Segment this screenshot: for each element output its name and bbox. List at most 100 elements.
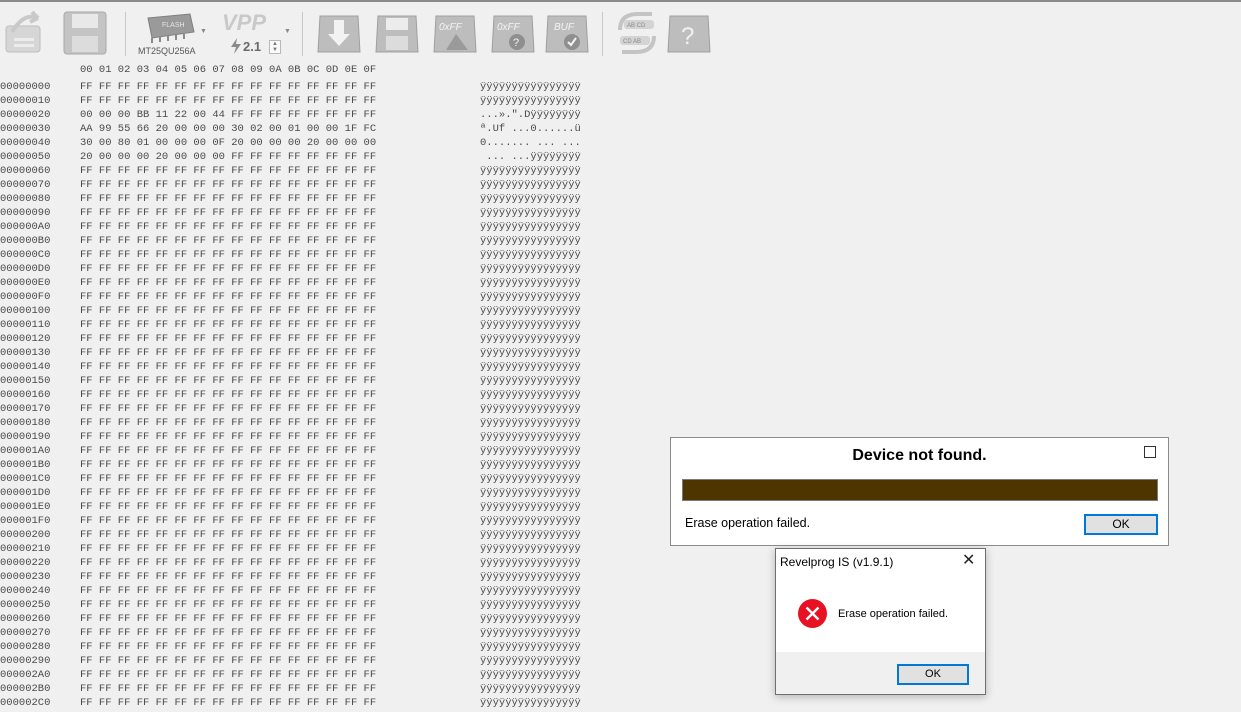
hex-row-ascii[interactable]: ÿÿÿÿÿÿÿÿÿÿÿÿÿÿÿÿ xyxy=(480,319,581,331)
hex-row-ascii[interactable]: ÿÿÿÿÿÿÿÿÿÿÿÿÿÿÿÿ xyxy=(480,487,581,499)
hex-row-bytes[interactable]: FF FF FF FF FF FF FF FF FF FF FF FF FF F… xyxy=(80,683,376,695)
hex-row-ascii[interactable]: ÿÿÿÿÿÿÿÿÿÿÿÿÿÿÿÿ xyxy=(480,165,581,177)
hex-row-bytes[interactable]: FF FF FF FF FF FF FF FF FF FF FF FF FF F… xyxy=(80,263,376,275)
hex-row-bytes[interactable]: FF FF FF FF FF FF FF FF FF FF FF FF FF F… xyxy=(80,585,376,597)
device-panel-ok-button[interactable]: OK xyxy=(1084,514,1158,535)
hex-row-bytes[interactable]: AA 99 55 66 20 00 00 00 30 02 00 01 00 0… xyxy=(80,123,376,135)
hex-row-bytes[interactable]: 30 00 80 01 00 00 00 0F 20 00 00 00 20 0… xyxy=(80,137,376,149)
hex-row-bytes[interactable]: FF FF FF FF FF FF FF FF FF FF FF FF FF F… xyxy=(80,543,376,555)
hex-row-bytes[interactable]: 00 00 00 BB 11 22 00 44 FF FF FF FF FF F… xyxy=(80,109,376,121)
hex-row-ascii[interactable]: ...».".Dÿÿÿÿÿÿÿÿ xyxy=(480,109,581,121)
hex-row-bytes[interactable]: FF FF FF FF FF FF FF FF FF FF FF FF FF F… xyxy=(80,375,376,387)
hex-row-ascii[interactable]: ÿÿÿÿÿÿÿÿÿÿÿÿÿÿÿÿ xyxy=(480,249,581,261)
hex-row-ascii[interactable]: ÿÿÿÿÿÿÿÿÿÿÿÿÿÿÿÿ xyxy=(480,585,581,597)
hex-row-ascii[interactable]: ÿÿÿÿÿÿÿÿÿÿÿÿÿÿÿÿ xyxy=(480,431,581,443)
blank-check-icon[interactable]: 0xFF ? xyxy=(490,8,536,56)
hex-row-bytes[interactable]: FF FF FF FF FF FF FF FF FF FF FF FF FF F… xyxy=(80,179,376,191)
read-chip-icon[interactable] xyxy=(316,8,362,56)
vpp-spinner[interactable]: ▲ ▼ xyxy=(269,40,281,54)
hex-row-ascii[interactable]: ÿÿÿÿÿÿÿÿÿÿÿÿÿÿÿÿ xyxy=(480,389,581,401)
hex-row-bytes[interactable]: FF FF FF FF FF FF FF FF FF FF FF FF FF F… xyxy=(80,165,376,177)
hex-row-bytes[interactable]: FF FF FF FF FF FF FF FF FF FF FF FF FF F… xyxy=(80,529,376,541)
hex-row-ascii[interactable]: ÿÿÿÿÿÿÿÿÿÿÿÿÿÿÿÿ xyxy=(480,529,581,541)
hex-row-bytes[interactable]: FF FF FF FF FF FF FF FF FF FF FF FF FF F… xyxy=(80,207,376,219)
hex-row-bytes[interactable]: FF FF FF FF FF FF FF FF FF FF FF FF FF F… xyxy=(80,431,376,443)
hex-row-bytes[interactable]: FF FF FF FF FF FF FF FF FF FF FF FF FF F… xyxy=(80,417,376,429)
hex-row-ascii[interactable]: ÿÿÿÿÿÿÿÿÿÿÿÿÿÿÿÿ xyxy=(480,515,581,527)
hex-row-bytes[interactable]: FF FF FF FF FF FF FF FF FF FF FF FF FF F… xyxy=(80,81,376,93)
hex-row-bytes[interactable]: 20 00 00 00 20 00 00 00 FF FF FF FF FF F… xyxy=(80,151,376,163)
chip-select-icon[interactable]: FLASH xyxy=(140,8,198,44)
hex-row-ascii[interactable]: ÿÿÿÿÿÿÿÿÿÿÿÿÿÿÿÿ xyxy=(480,627,581,639)
hex-row-bytes[interactable]: FF FF FF FF FF FF FF FF FF FF FF FF FF F… xyxy=(80,501,376,513)
hex-editor[interactable]: 00 01 02 03 04 05 06 07 08 09 0A 0B 0C 0… xyxy=(0,62,640,712)
hex-row-bytes[interactable]: FF FF FF FF FF FF FF FF FF FF FF FF FF F… xyxy=(80,361,376,373)
hex-row-bytes[interactable]: FF FF FF FF FF FF FF FF FF FF FF FF FF F… xyxy=(80,571,376,583)
hex-row-ascii[interactable]: ÿÿÿÿÿÿÿÿÿÿÿÿÿÿÿÿ xyxy=(480,571,581,583)
hex-row-ascii[interactable]: ÿÿÿÿÿÿÿÿÿÿÿÿÿÿÿÿ xyxy=(480,179,581,191)
hex-row-bytes[interactable]: FF FF FF FF FF FF FF FF FF FF FF FF FF F… xyxy=(80,333,376,345)
hex-row-ascii[interactable]: ÿÿÿÿÿÿÿÿÿÿÿÿÿÿÿÿ xyxy=(480,417,581,429)
hex-row-bytes[interactable]: FF FF FF FF FF FF FF FF FF FF FF FF FF F… xyxy=(80,627,376,639)
hex-row-ascii[interactable]: ÿÿÿÿÿÿÿÿÿÿÿÿÿÿÿÿ xyxy=(480,81,581,93)
hex-row-bytes[interactable]: FF FF FF FF FF FF FF FF FF FF FF FF FF F… xyxy=(80,249,376,261)
hex-row-ascii[interactable]: ÿÿÿÿÿÿÿÿÿÿÿÿÿÿÿÿ xyxy=(480,95,581,107)
hex-row-ascii[interactable]: ÿÿÿÿÿÿÿÿÿÿÿÿÿÿÿÿ xyxy=(480,697,581,709)
hex-row-bytes[interactable]: FF FF FF FF FF FF FF FF FF FF FF FF FF F… xyxy=(80,193,376,205)
hex-row-ascii[interactable]: ÿÿÿÿÿÿÿÿÿÿÿÿÿÿÿÿ xyxy=(480,669,581,681)
hex-row-ascii[interactable]: ÿÿÿÿÿÿÿÿÿÿÿÿÿÿÿÿ xyxy=(480,235,581,247)
hex-row-ascii[interactable]: ÿÿÿÿÿÿÿÿÿÿÿÿÿÿÿÿ xyxy=(480,221,581,233)
hex-row-ascii[interactable]: ÿÿÿÿÿÿÿÿÿÿÿÿÿÿÿÿ xyxy=(480,641,581,653)
hex-row-ascii[interactable]: ÿÿÿÿÿÿÿÿÿÿÿÿÿÿÿÿ xyxy=(480,403,581,415)
verify-buffer-icon[interactable]: BUF xyxy=(544,8,590,56)
help-icon[interactable]: ? xyxy=(666,8,712,56)
hex-row-bytes[interactable]: FF FF FF FF FF FF FF FF FF FF FF FF FF F… xyxy=(80,487,376,499)
hex-row-ascii[interactable]: ÿÿÿÿÿÿÿÿÿÿÿÿÿÿÿÿ xyxy=(480,501,581,513)
hex-row-ascii[interactable]: ÿÿÿÿÿÿÿÿÿÿÿÿÿÿÿÿ xyxy=(480,207,581,219)
hex-row-ascii[interactable]: ÿÿÿÿÿÿÿÿÿÿÿÿÿÿÿÿ xyxy=(480,655,581,667)
hex-row-ascii[interactable]: ÿÿÿÿÿÿÿÿÿÿÿÿÿÿÿÿ xyxy=(480,473,581,485)
hex-row-bytes[interactable]: FF FF FF FF FF FF FF FF FF FF FF FF FF F… xyxy=(80,669,376,681)
erase-chip-icon[interactable]: 0xFF xyxy=(432,8,478,56)
hex-row-bytes[interactable]: FF FF FF FF FF FF FF FF FF FF FF FF FF F… xyxy=(80,473,376,485)
hex-row-ascii[interactable]: ÿÿÿÿÿÿÿÿÿÿÿÿÿÿÿÿ xyxy=(480,291,581,303)
vpp-dropdown-arrow-icon[interactable]: ▼ xyxy=(284,28,291,35)
device-panel-checkbox[interactable] xyxy=(1144,446,1156,458)
hex-row-bytes[interactable]: FF FF FF FF FF FF FF FF FF FF FF FF FF F… xyxy=(80,95,376,107)
hex-row-ascii[interactable]: ÿÿÿÿÿÿÿÿÿÿÿÿÿÿÿÿ xyxy=(480,459,581,471)
hex-row-ascii[interactable]: ÿÿÿÿÿÿÿÿÿÿÿÿÿÿÿÿ xyxy=(480,557,581,569)
hex-row-ascii[interactable]: ÿÿÿÿÿÿÿÿÿÿÿÿÿÿÿÿ xyxy=(480,305,581,317)
hex-row-bytes[interactable]: FF FF FF FF FF FF FF FF FF FF FF FF FF F… xyxy=(80,599,376,611)
hex-row-bytes[interactable]: FF FF FF FF FF FF FF FF FF FF FF FF FF F… xyxy=(80,515,376,527)
close-icon[interactable]: ✕ xyxy=(962,552,975,570)
hex-row-bytes[interactable]: FF FF FF FF FF FF FF FF FF FF FF FF FF F… xyxy=(80,641,376,653)
hex-row-ascii[interactable]: ª.Uf ...0......ü xyxy=(480,123,581,135)
hex-row-ascii[interactable]: ÿÿÿÿÿÿÿÿÿÿÿÿÿÿÿÿ xyxy=(480,277,581,289)
hex-row-bytes[interactable]: FF FF FF FF FF FF FF FF FF FF FF FF FF F… xyxy=(80,557,376,569)
open-file-icon[interactable] xyxy=(2,8,48,56)
hex-row-bytes[interactable]: FF FF FF FF FF FF FF FF FF FF FF FF FF F… xyxy=(80,347,376,359)
hex-row-bytes[interactable]: FF FF FF FF FF FF FF FF FF FF FF FF FF F… xyxy=(80,697,376,709)
hex-row-ascii[interactable]: ÿÿÿÿÿÿÿÿÿÿÿÿÿÿÿÿ xyxy=(480,445,581,457)
hex-row-bytes[interactable]: FF FF FF FF FF FF FF FF FF FF FF FF FF F… xyxy=(80,291,376,303)
hex-row-ascii[interactable]: ÿÿÿÿÿÿÿÿÿÿÿÿÿÿÿÿ xyxy=(480,263,581,275)
hex-row-ascii[interactable]: ÿÿÿÿÿÿÿÿÿÿÿÿÿÿÿÿ xyxy=(480,347,581,359)
hex-row-ascii[interactable]: ÿÿÿÿÿÿÿÿÿÿÿÿÿÿÿÿ xyxy=(480,599,581,611)
hex-row-bytes[interactable]: FF FF FF FF FF FF FF FF FF FF FF FF FF F… xyxy=(80,459,376,471)
hex-row-ascii[interactable]: ÿÿÿÿÿÿÿÿÿÿÿÿÿÿÿÿ xyxy=(480,361,581,373)
hex-row-ascii[interactable]: ÿÿÿÿÿÿÿÿÿÿÿÿÿÿÿÿ xyxy=(480,333,581,345)
hex-row-bytes[interactable]: FF FF FF FF FF FF FF FF FF FF FF FF FF F… xyxy=(80,235,376,247)
hex-row-bytes[interactable]: FF FF FF FF FF FF FF FF FF FF FF FF FF F… xyxy=(80,613,376,625)
hex-row-ascii[interactable]: ÿÿÿÿÿÿÿÿÿÿÿÿÿÿÿÿ xyxy=(480,613,581,625)
hex-row-bytes[interactable]: FF FF FF FF FF FF FF FF FF FF FF FF FF F… xyxy=(80,305,376,317)
message-box-ok-button[interactable]: OK xyxy=(897,664,969,685)
hex-row-bytes[interactable]: FF FF FF FF FF FF FF FF FF FF FF FF FF F… xyxy=(80,221,376,233)
swap-bytes-icon[interactable]: AB CD CD AB xyxy=(614,8,660,56)
hex-row-bytes[interactable]: FF FF FF FF FF FF FF FF FF FF FF FF FF F… xyxy=(80,319,376,331)
save-file-icon[interactable] xyxy=(62,8,108,56)
hex-row-ascii[interactable]: ÿÿÿÿÿÿÿÿÿÿÿÿÿÿÿÿ xyxy=(480,193,581,205)
write-chip-icon[interactable] xyxy=(374,8,420,56)
hex-row-ascii[interactable]: 0....... ... ... xyxy=(480,137,581,149)
hex-row-ascii[interactable]: ÿÿÿÿÿÿÿÿÿÿÿÿÿÿÿÿ xyxy=(480,683,581,695)
chip-dropdown-arrow-icon[interactable]: ▼ xyxy=(200,28,207,35)
